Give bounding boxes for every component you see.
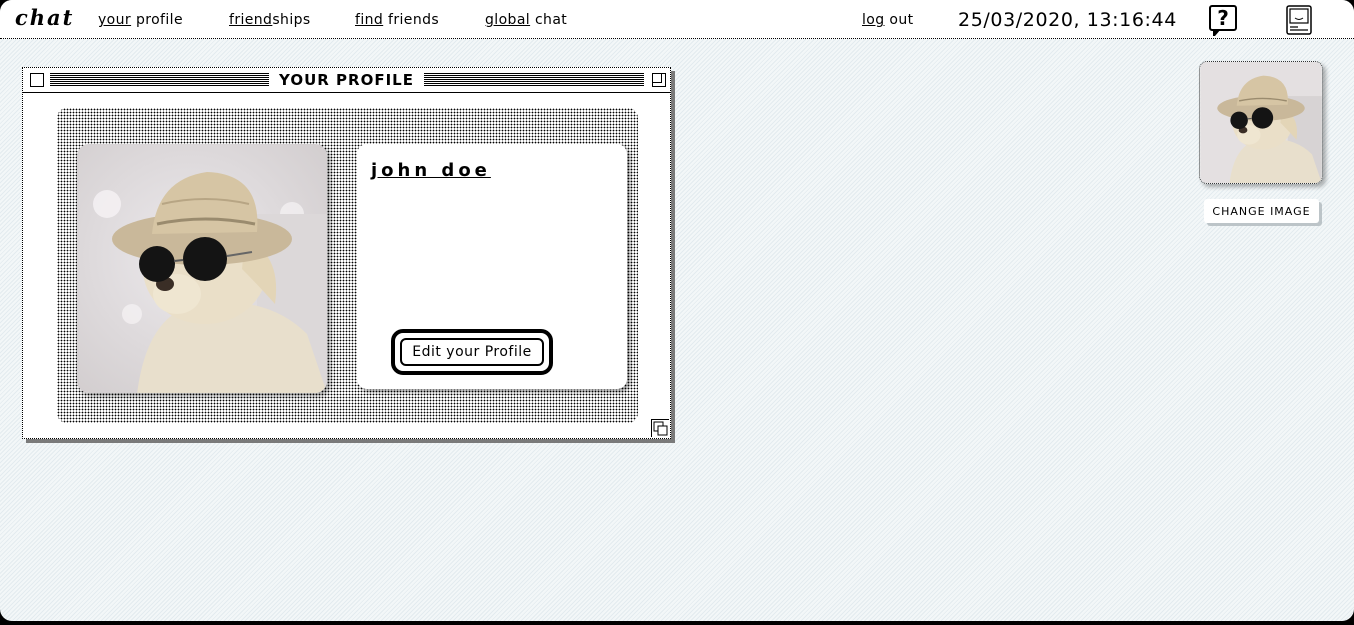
nav-friendships[interactable]: friendships	[229, 12, 311, 28]
desktop: chat your profile friendships find frien…	[0, 0, 1354, 621]
edit-profile-button-frame: Edit your Profile	[391, 329, 553, 375]
nav-your-profile[interactable]: your profile	[98, 12, 183, 28]
edit-profile-button[interactable]: Edit your Profile	[400, 338, 544, 366]
question-bubble-icon[interactable]: ?	[1209, 5, 1237, 36]
resize-icon	[653, 421, 668, 436]
clock: 25/03/2020, 13:16:44	[958, 9, 1177, 31]
profile-window: YOUR PROFILE john doe Edit your Profile	[22, 67, 671, 439]
menu-bar: chat your profile friendships find frien…	[0, 0, 1354, 39]
window-zoom-box[interactable]	[652, 73, 666, 87]
app-logo[interactable]: chat	[15, 5, 74, 30]
window-title: YOUR PROFILE	[269, 71, 424, 89]
window-title-bar[interactable]: YOUR PROFILE	[23, 68, 670, 93]
nav-find-friends[interactable]: find friends	[355, 12, 439, 28]
avatar[interactable]	[1199, 61, 1323, 184]
macintosh-computer-icon[interactable]	[1286, 5, 1312, 35]
nav-log-out[interactable]: log out	[862, 12, 914, 28]
profile-info-card: john doe Edit your Profile	[357, 144, 627, 389]
window-resize-handle[interactable]	[651, 419, 669, 437]
user-name: john doe	[371, 160, 491, 181]
profile-photo[interactable]	[77, 144, 327, 393]
nav-global-chat[interactable]: global chat	[485, 12, 567, 28]
change-image-button[interactable]: CHANGE IMAGE	[1204, 199, 1319, 223]
